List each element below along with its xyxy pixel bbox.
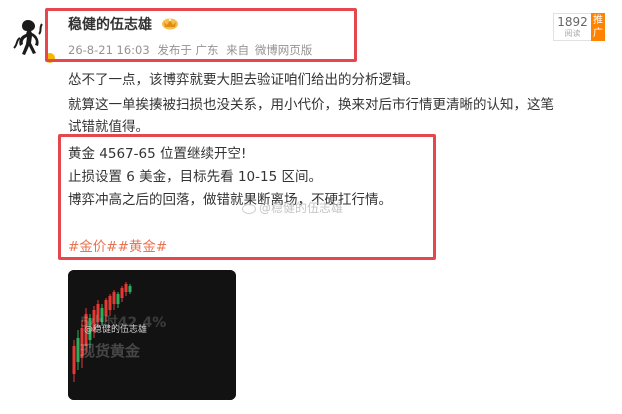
crown-icon — [162, 18, 178, 30]
read-count-box: 1892 阅读 — [553, 13, 591, 41]
post-date-link[interactable]: 26-8-21 16:03 — [68, 43, 150, 57]
post-text-line-4: 黄金 4567-65 位置继续开空! — [68, 146, 247, 162]
thumbnail-overlay-line2: 现货黄金 — [80, 342, 141, 360]
watermark-text: @稳健的伍志雄 — [259, 201, 344, 215]
post-location: 发布于 广东 — [157, 43, 219, 57]
post-meta: 26-8-21 16:03 发布于 广东 来自 微博网页版 — [68, 42, 316, 58]
user-avatar[interactable] — [6, 14, 50, 58]
candlestick-chart-image — [68, 270, 236, 400]
post-text-line-1: 怂不了一点，该博弈就要大胆去验证咱们给出的分析逻辑。 — [68, 72, 419, 88]
hashtag-gold[interactable]: #黄金# — [118, 239, 168, 255]
username-link[interactable]: 稳健的伍志雄 — [68, 14, 152, 34]
source-prefix: 来自 — [226, 43, 250, 57]
source-link[interactable]: 微博网页版 — [255, 43, 313, 57]
post-text-line-2: 就算这一单挨揍被扫损也没关系，用小代价，换来对后市行情更清晰的认知，这笔 — [68, 97, 554, 113]
post-text-line-6: 博弈冲高之后的回落，做错就果断离场，不硬扛行情。 — [68, 192, 392, 208]
thumbnail-caption: @稳健的伍志雄 — [84, 325, 148, 335]
post-text-line-5: 止损设置 6 美金，目标先看 10-15 区间。 — [68, 169, 322, 185]
promote-button[interactable]: 推广 — [591, 13, 605, 41]
read-count: 1892 — [557, 15, 588, 29]
read-label: 阅读 — [564, 29, 581, 38]
weibo-watermark: @稳健的伍志雄 — [242, 199, 343, 216]
post-image-thumbnail[interactable] — [68, 270, 236, 400]
post-tags: #金价##黄金# — [68, 238, 167, 256]
hashtag-gold-price[interactable]: #金价# — [68, 239, 118, 255]
weibo-watermark-icon — [242, 203, 256, 214]
